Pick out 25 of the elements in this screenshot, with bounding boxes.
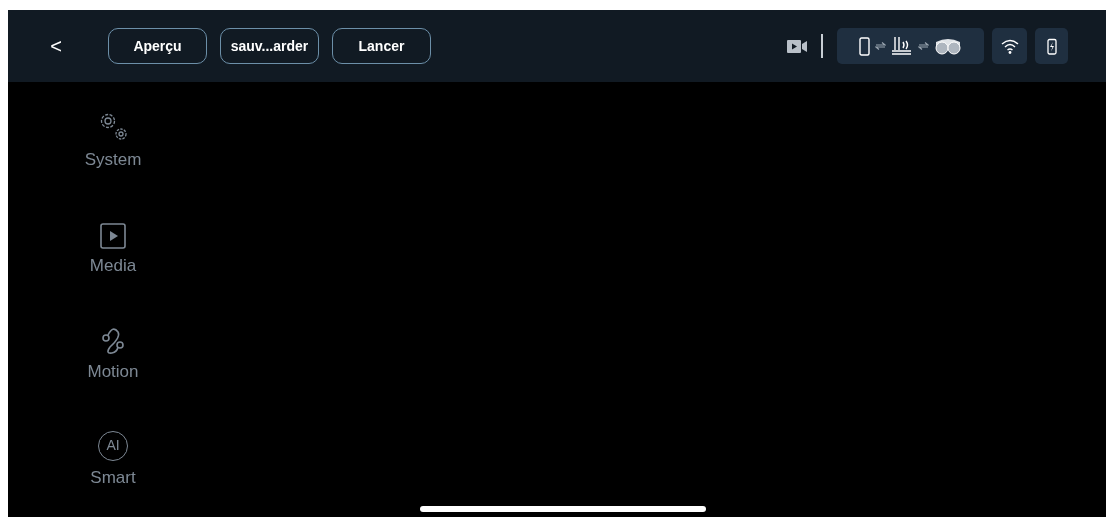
play-icon	[100, 222, 126, 249]
sidebar-label: Media	[89, 254, 137, 277]
path-icon	[101, 326, 125, 355]
video-camera-icon[interactable]	[787, 39, 807, 53]
sidebar-label: Smart	[90, 466, 136, 489]
phone-icon	[859, 36, 870, 56]
sidebar-item[interactable]: System	[84, 90, 142, 172]
sidebar-label: System	[84, 148, 142, 171]
connection-status-panel[interactable]	[837, 28, 984, 64]
router-icon	[891, 36, 913, 56]
toolbar-button[interactable]: Lancer	[332, 28, 431, 64]
sidebar-item[interactable]: AI Smart	[90, 408, 136, 490]
toolbar-button[interactable]: sauv...arder	[220, 28, 319, 64]
wifi-icon	[1000, 38, 1019, 54]
charging-battery-icon	[1046, 37, 1057, 55]
wifi-status-panel[interactable]	[992, 28, 1027, 64]
toolbar-button[interactable]: Aperçu	[108, 28, 207, 64]
sidebar-label: Motion	[87, 360, 139, 383]
sidebar-item[interactable]: Media	[89, 196, 137, 278]
battery-status-panel[interactable]	[1035, 28, 1068, 64]
swap-arrows-icon	[875, 42, 886, 50]
back-button[interactable]: <	[46, 31, 66, 61]
sidebar-item[interactable]: Motion	[87, 302, 139, 384]
goggles-icon	[934, 37, 962, 55]
swap-arrows-icon	[918, 42, 929, 50]
